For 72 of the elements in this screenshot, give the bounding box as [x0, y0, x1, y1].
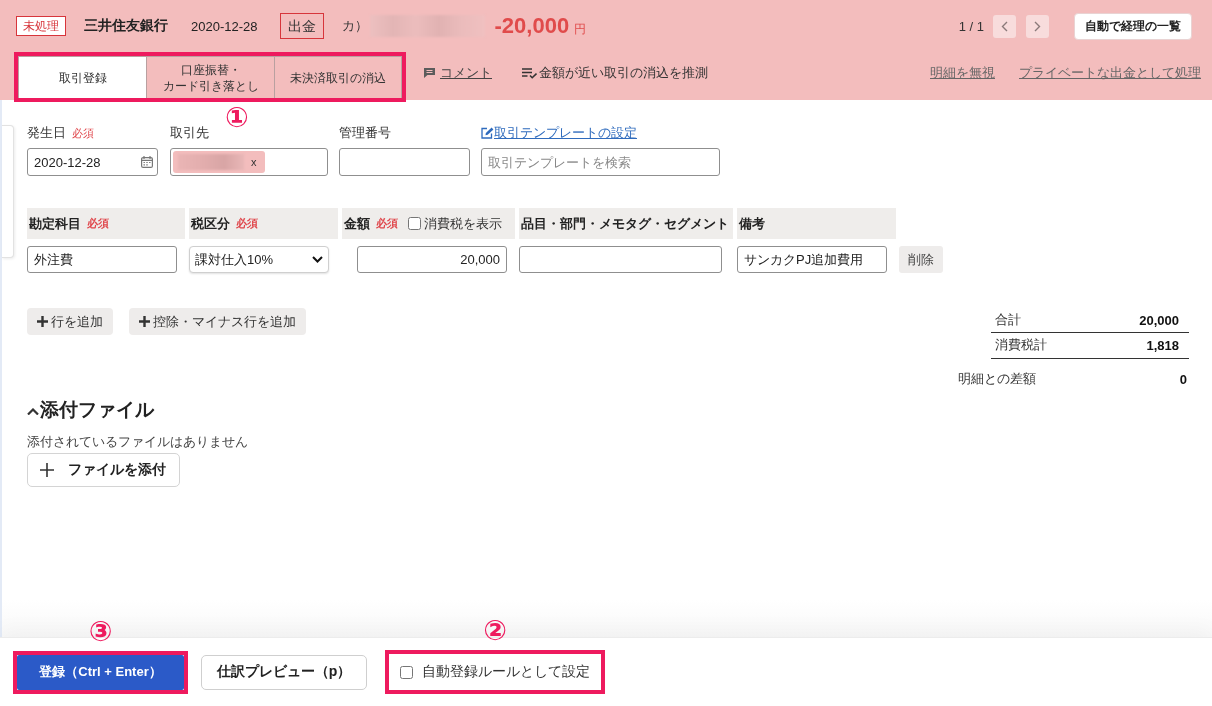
field-label: 管理番号	[339, 124, 391, 142]
text-link[interactable]: プライベートな出金として処理	[1019, 52, 1201, 94]
suggest-link[interactable]: 金額が近い取引の消込を推測	[522, 52, 708, 94]
bank-name: 三井住友銀行	[84, 17, 168, 35]
amount-text: -20,000	[494, 13, 570, 39]
plus-icon	[139, 316, 150, 327]
remove-button[interactable]: x	[251, 156, 257, 168]
checkbox[interactable]	[408, 217, 421, 230]
speech-bubble-icon	[424, 68, 435, 78]
date-field[interactable]: 2020-12-28	[27, 148, 158, 176]
total-value: 1,818	[1146, 338, 1179, 353]
chevron-left-icon	[1001, 20, 1008, 32]
partner-field[interactable]: x	[170, 148, 328, 176]
total-label: 合計	[995, 311, 1021, 329]
add-row-button[interactable]: 控除・マイナス行を追加	[129, 308, 306, 335]
text-field[interactable]: 外注費	[27, 246, 177, 273]
required-label: 必須	[376, 216, 398, 231]
delete-button[interactable]: 削除	[899, 246, 943, 273]
calendar-icon	[141, 156, 153, 168]
next-button[interactable]	[1026, 14, 1049, 38]
callout-number: ②	[483, 617, 507, 645]
edit-icon	[481, 127, 494, 139]
text-field[interactable]	[519, 246, 722, 273]
checkbox-label: 自動登録ルールとして設定	[422, 663, 590, 681]
required-label: 必須	[236, 216, 258, 231]
column-title: 税区分	[191, 214, 230, 233]
field-label: 発生日	[27, 124, 66, 142]
callout-number: ①	[225, 104, 249, 132]
checkbox-label: 消費税を表示	[424, 214, 502, 233]
redacted-block	[178, 154, 244, 170]
plus-icon	[37, 316, 48, 327]
tab[interactable]: 取引登録	[18, 56, 146, 98]
total-value: 0	[1179, 371, 1187, 387]
column-title: 勘定科目	[29, 214, 81, 233]
plus-icon	[40, 463, 54, 477]
register-button[interactable]: 登録（Ctrl + Enter）	[17, 654, 184, 690]
chevron-right-icon	[1034, 20, 1041, 32]
list-button[interactable]: 自動で経理の一覧	[1074, 12, 1192, 40]
direction-badge: 出金	[279, 13, 324, 39]
empty-message: 添付されているファイルはありません	[27, 434, 248, 450]
text-field[interactable]: サンカクPJ追加費用	[737, 246, 887, 273]
pager-text: 1 / 1	[958, 18, 984, 34]
column-title: 品目・部門・メモタグ・セグメント	[521, 214, 729, 233]
total-label: 明細との差額	[958, 370, 1036, 388]
previous-button[interactable]	[993, 14, 1016, 38]
preview-button[interactable]: 仕訳プレビュー（p）	[201, 654, 367, 690]
total-label: 消費税計	[995, 337, 1047, 354]
counterparty-prefix: カ）	[341, 17, 368, 35]
search-field[interactable]: 取引テンプレートを検索	[481, 148, 720, 176]
status-badge: 未処理	[16, 16, 66, 36]
callout-number: ③	[88, 617, 113, 646]
total-value: 20,000	[1139, 312, 1179, 328]
comment-link[interactable]: コメント	[424, 52, 492, 94]
column-title: 金額	[344, 214, 370, 233]
checkbox[interactable]	[400, 665, 413, 679]
column-title: 備考	[739, 214, 765, 233]
text-link[interactable]: 明細を無視	[930, 52, 995, 94]
amount-field[interactable]: 20,000	[357, 246, 507, 273]
currency-text: 円	[574, 21, 587, 38]
list-check-icon	[522, 67, 537, 79]
tab[interactable]: 未決済取引の消込	[274, 56, 402, 98]
chevron-down-icon	[312, 256, 323, 263]
section-title: 添付ファイル	[40, 398, 154, 422]
text-field[interactable]	[339, 148, 470, 176]
add-row-button[interactable]: 行を追加	[27, 308, 113, 335]
select-field[interactable]: 課対仕入10%	[189, 246, 329, 273]
required-label: 必須	[87, 216, 109, 231]
required-label: 必須	[72, 125, 94, 141]
tab[interactable]: 口座振替・カード引き落とし	[146, 56, 274, 98]
field-label: 取引先	[170, 124, 209, 142]
attach-file-button[interactable]: ファイルを添付	[27, 453, 180, 487]
transaction-date: 2020-12-28	[191, 18, 258, 34]
